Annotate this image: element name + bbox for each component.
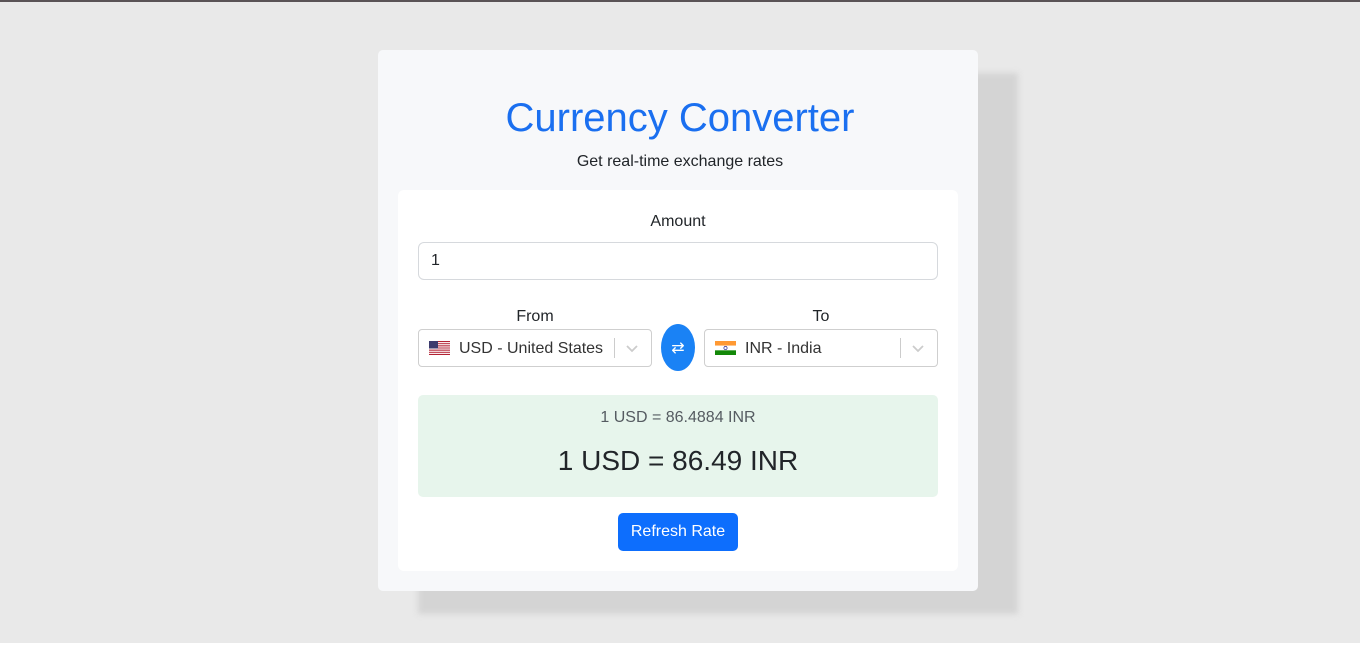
us-flag-icon — [429, 341, 450, 355]
india-flag-icon — [715, 341, 736, 355]
select-separator — [614, 338, 615, 358]
chevron-down-icon[interactable] — [625, 342, 639, 354]
conversion-result: 1 USD = 86.4884 INR 1 USD = 86.49 INR — [418, 395, 938, 497]
to-label: To — [812, 308, 830, 325]
from-currency-value: USD - United States — [459, 340, 604, 357]
page-subtitle: Get real-time exchange rates — [576, 153, 784, 170]
swap-currencies-button[interactable]: ⇄ — [661, 324, 695, 371]
exchange-rate-text: 1 USD = 86.4884 INR — [600, 409, 756, 426]
chevron-down-icon[interactable] — [911, 342, 925, 354]
swap-arrows-icon: ⇄ — [671, 338, 685, 357]
to-currency-value: INR - India — [745, 340, 822, 357]
converted-amount-text: 1 USD = 86.49 INR — [557, 445, 799, 476]
refresh-rate-button[interactable]: Refresh Rate — [618, 513, 738, 551]
select-separator — [900, 338, 901, 358]
window-top-border — [0, 0, 1360, 2]
amount-label: Amount — [650, 213, 706, 230]
amount-input[interactable] — [418, 242, 938, 280]
to-currency-select[interactable]: INR - India — [704, 329, 938, 367]
page-title: Currency Converter — [505, 96, 855, 140]
from-currency-select[interactable]: USD - United States — [418, 329, 652, 367]
from-label: From — [516, 308, 554, 325]
